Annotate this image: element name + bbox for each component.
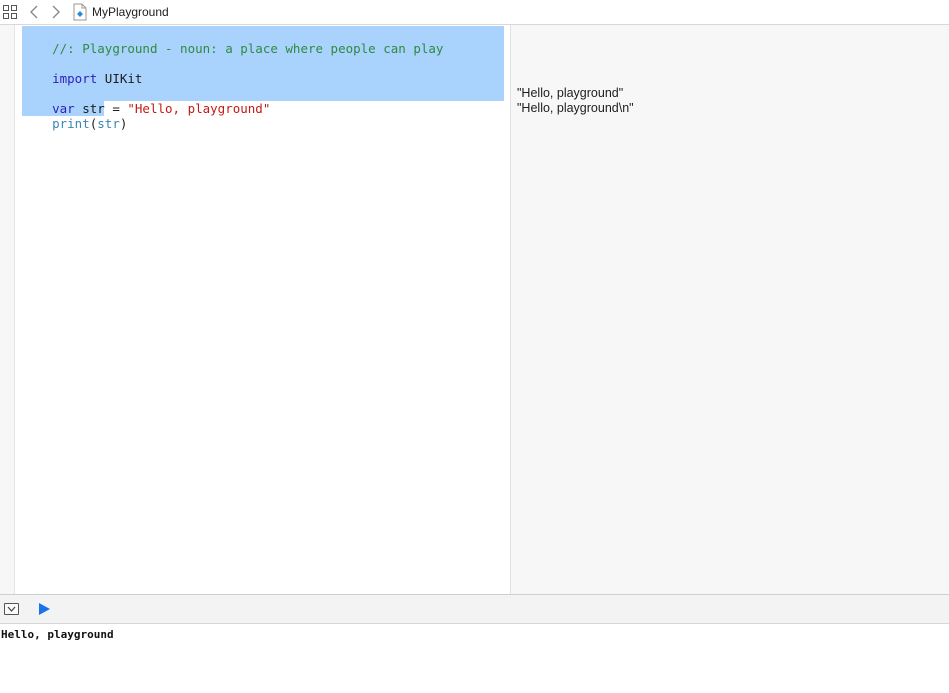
- result-value[interactable]: "Hello, playground": [517, 86, 623, 101]
- jump-bar: MyPlayground: [0, 0, 949, 25]
- code-token-plain: ): [119, 116, 128, 131]
- console-output: Hello, playground: [1, 628, 114, 641]
- code-token-comment: //: Playground - noun: a place where peo…: [52, 41, 444, 56]
- debug-toolbar: [0, 594, 949, 624]
- code-line-import[interactable]: import UIKit: [22, 56, 142, 86]
- code-line-var[interactable]: var str = "Hello, playground": [22, 86, 270, 116]
- toggle-console-icon: [7, 606, 16, 612]
- results-sidebar: "Hello, playground" "Hello, playground\n…: [510, 25, 949, 594]
- play-icon[interactable]: [37, 602, 51, 616]
- code-token-function: print: [52, 116, 90, 131]
- code-token-string: "Hello, playground": [127, 101, 271, 116]
- result-value[interactable]: "Hello, playground\n": [517, 101, 634, 116]
- forward-arrow-icon[interactable]: [50, 4, 62, 20]
- code-token-plain: UIKit: [97, 71, 143, 86]
- code-token-identifier: str: [97, 116, 120, 131]
- line-number-gutter: [0, 25, 15, 594]
- swift-file-icon[interactable]: [73, 3, 87, 21]
- grid-icon[interactable]: [3, 5, 17, 19]
- toggle-console-button[interactable]: [4, 603, 19, 615]
- code-token-keyword: import: [52, 71, 98, 86]
- console-output-area[interactable]: Hello, playground: [0, 624, 949, 693]
- back-arrow-icon[interactable]: [28, 4, 40, 20]
- breadcrumb-file-name[interactable]: MyPlayground: [92, 5, 169, 19]
- code-line-print[interactable]: print(str): [22, 101, 127, 131]
- code-line-comment[interactable]: //: Playground - noun: a place where peo…: [22, 26, 443, 56]
- code-editor[interactable]: //: Playground - noun: a place where peo…: [16, 25, 510, 594]
